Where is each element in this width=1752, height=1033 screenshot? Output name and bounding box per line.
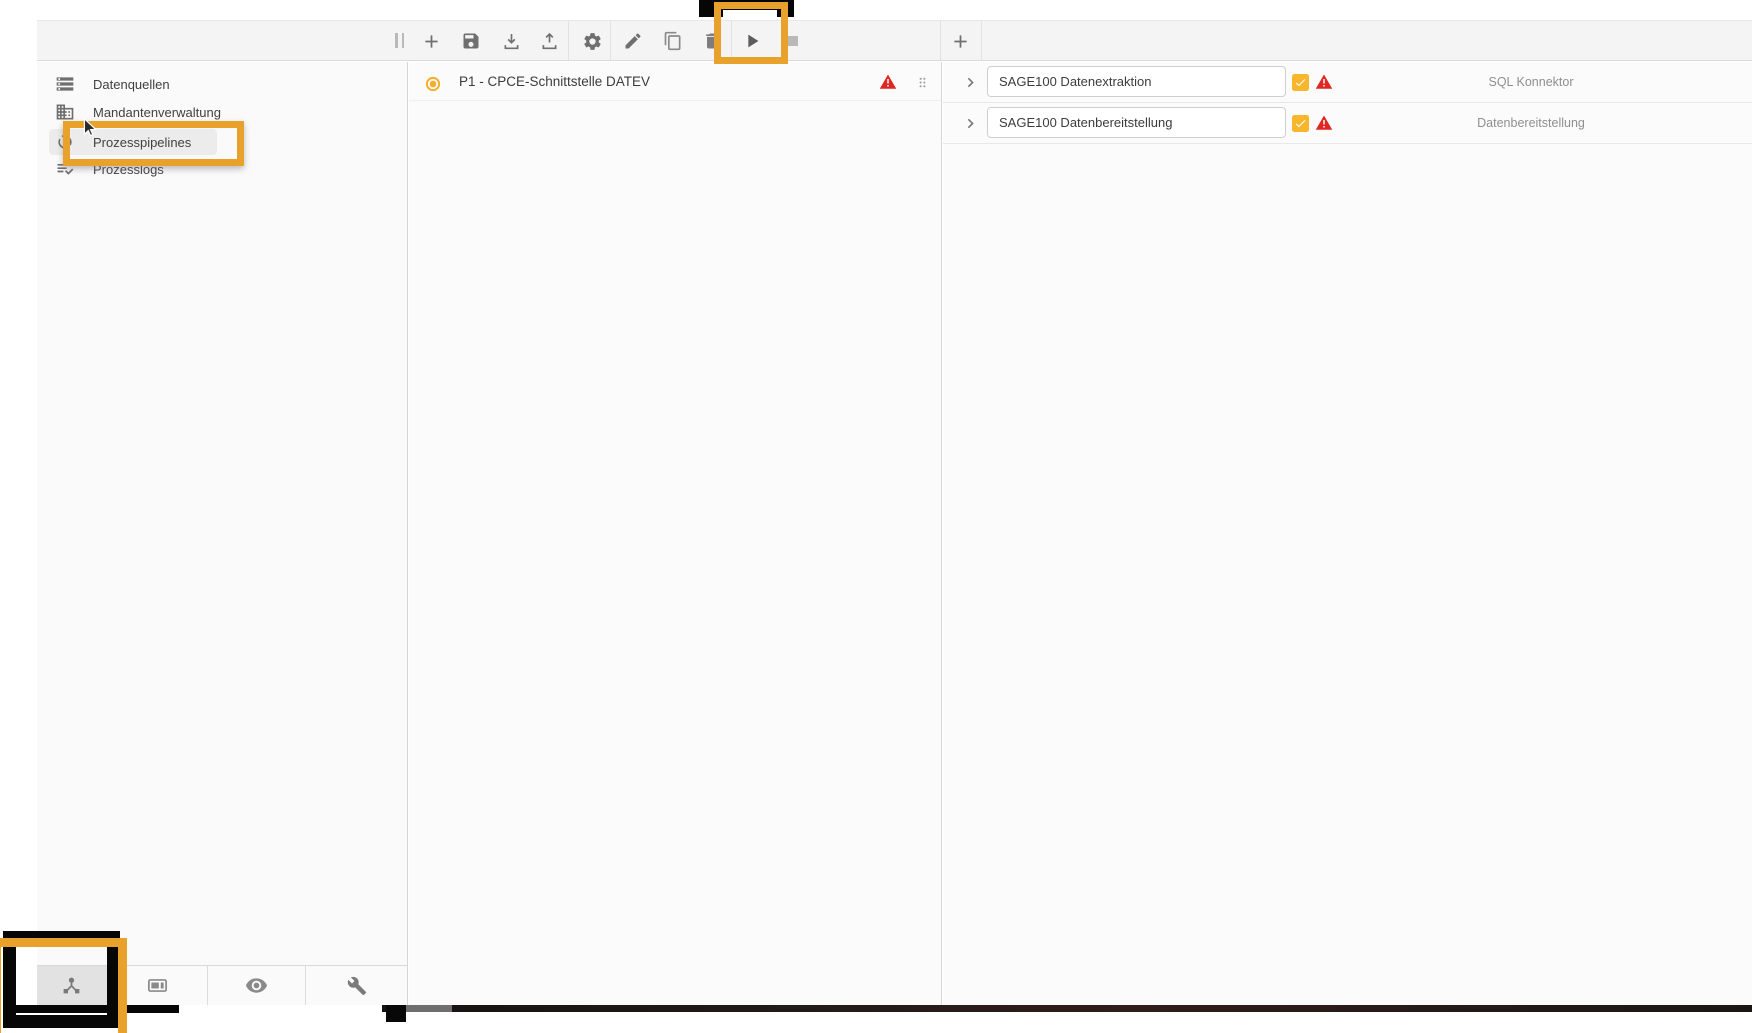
step-enabled-checkbox[interactable] [1292, 115, 1309, 132]
main-toolbar [37, 20, 1752, 61]
tab-preview[interactable] [208, 966, 307, 1005]
toolbar-separator [981, 21, 982, 60]
gear-icon [582, 31, 603, 52]
check-icon [1294, 117, 1307, 130]
import-button[interactable] [493, 23, 529, 59]
radio-selected-icon[interactable] [424, 75, 442, 93]
plus-icon [950, 31, 971, 52]
pipeline-list-panel: P1 - CPCE-Schnittstelle DATEV [409, 62, 942, 1005]
step-type-label: Datenbereitstellung [1421, 103, 1641, 144]
panel-resize-handle[interactable] [395, 33, 404, 48]
edit-button[interactable] [615, 23, 651, 59]
stop-pipeline-button[interactable] [775, 23, 811, 59]
save-button[interactable] [453, 23, 489, 59]
card-layout-icon [146, 974, 169, 997]
window-bottom-edge [382, 1005, 1752, 1012]
trash-icon [702, 31, 722, 51]
playlist-check-icon [55, 159, 75, 179]
pipeline-steps-panel: SQL Konnektor Datenbereitstellung [943, 62, 1752, 1005]
eye-icon [245, 974, 268, 997]
sidebar-item-datenquellen[interactable]: Datenquellen [37, 71, 407, 98]
hierarchy-icon [61, 975, 82, 996]
sidebar-item-mandantenverwaltung[interactable]: Mandantenverwaltung [37, 99, 407, 126]
left-panel-footer-tabs [37, 965, 407, 1005]
sidebar-item-prozesspipelines[interactable]: Prozesspipelines [37, 129, 407, 156]
step-name-input[interactable] [987, 107, 1286, 138]
step-row: Datenbereitstellung [943, 103, 1752, 144]
tab-pipeline-structure[interactable] [37, 966, 108, 1005]
toolbar-separator [568, 21, 569, 60]
sidebar-item-label: Prozesspipelines [93, 129, 191, 156]
warning-icon [1315, 73, 1333, 91]
plus-icon [421, 31, 442, 52]
step-row: SQL Konnektor [943, 62, 1752, 103]
window-bottom-edge-segment [406, 1005, 452, 1012]
tab-card-view[interactable] [108, 966, 208, 1005]
pipeline-name: P1 - CPCE-Schnittstelle DATEV [459, 62, 650, 101]
sidebar-item-prozesslogs[interactable]: Prozesslogs [37, 156, 407, 183]
pencil-icon [623, 31, 643, 51]
upload-icon [539, 31, 560, 52]
add-step-button[interactable] [942, 23, 978, 59]
window-bottom-edge-nub [386, 1005, 406, 1022]
duplicate-button[interactable] [655, 23, 691, 59]
chevron-right-icon[interactable] [961, 73, 980, 92]
annotation-black-mark-bottom-left [12, 1005, 179, 1013]
save-icon [461, 31, 481, 51]
step-type-label: SQL Konnektor [1421, 62, 1641, 103]
storage-icon [55, 74, 75, 94]
annotation-black-mark-top [699, 0, 723, 17]
play-icon [741, 30, 763, 52]
delete-button[interactable] [694, 23, 730, 59]
drag-handle-dots-icon[interactable] [915, 74, 930, 91]
app-screen: Datenquellen Mandantenverwaltung Prozess… [0, 0, 1752, 1033]
export-button[interactable] [531, 23, 567, 59]
pipeline-row[interactable]: P1 - CPCE-Schnittstelle DATEV [409, 62, 941, 101]
chevron-right-icon[interactable] [961, 114, 980, 133]
stop-icon [783, 31, 803, 51]
annotation-black-mark-top [777, 0, 794, 17]
navigation-panel: Datenquellen Mandantenverwaltung Prozess… [37, 62, 408, 1005]
download-icon [501, 31, 522, 52]
check-icon [1294, 76, 1307, 89]
building-icon [55, 102, 75, 122]
warning-icon [1315, 114, 1333, 132]
toolbar-separator [731, 21, 732, 60]
wrench-icon [347, 976, 367, 996]
step-enabled-checkbox[interactable] [1292, 74, 1309, 91]
step-name-input[interactable] [987, 66, 1286, 97]
toolbar-separator [940, 21, 941, 60]
toolbar-separator [610, 21, 611, 60]
sync-icon [55, 132, 75, 152]
sidebar-item-label: Prozesslogs [93, 156, 164, 183]
copy-icon [663, 31, 683, 51]
sidebar-item-label: Mandantenverwaltung [93, 99, 221, 126]
annotation-black-mark-top [699, 0, 794, 10]
add-pipeline-button[interactable] [413, 23, 449, 59]
settings-button[interactable] [574, 23, 610, 59]
sidebar-item-label: Datenquellen [93, 71, 170, 98]
run-pipeline-button[interactable] [734, 23, 770, 59]
tab-tools[interactable] [306, 966, 407, 1005]
warning-icon [879, 73, 897, 91]
